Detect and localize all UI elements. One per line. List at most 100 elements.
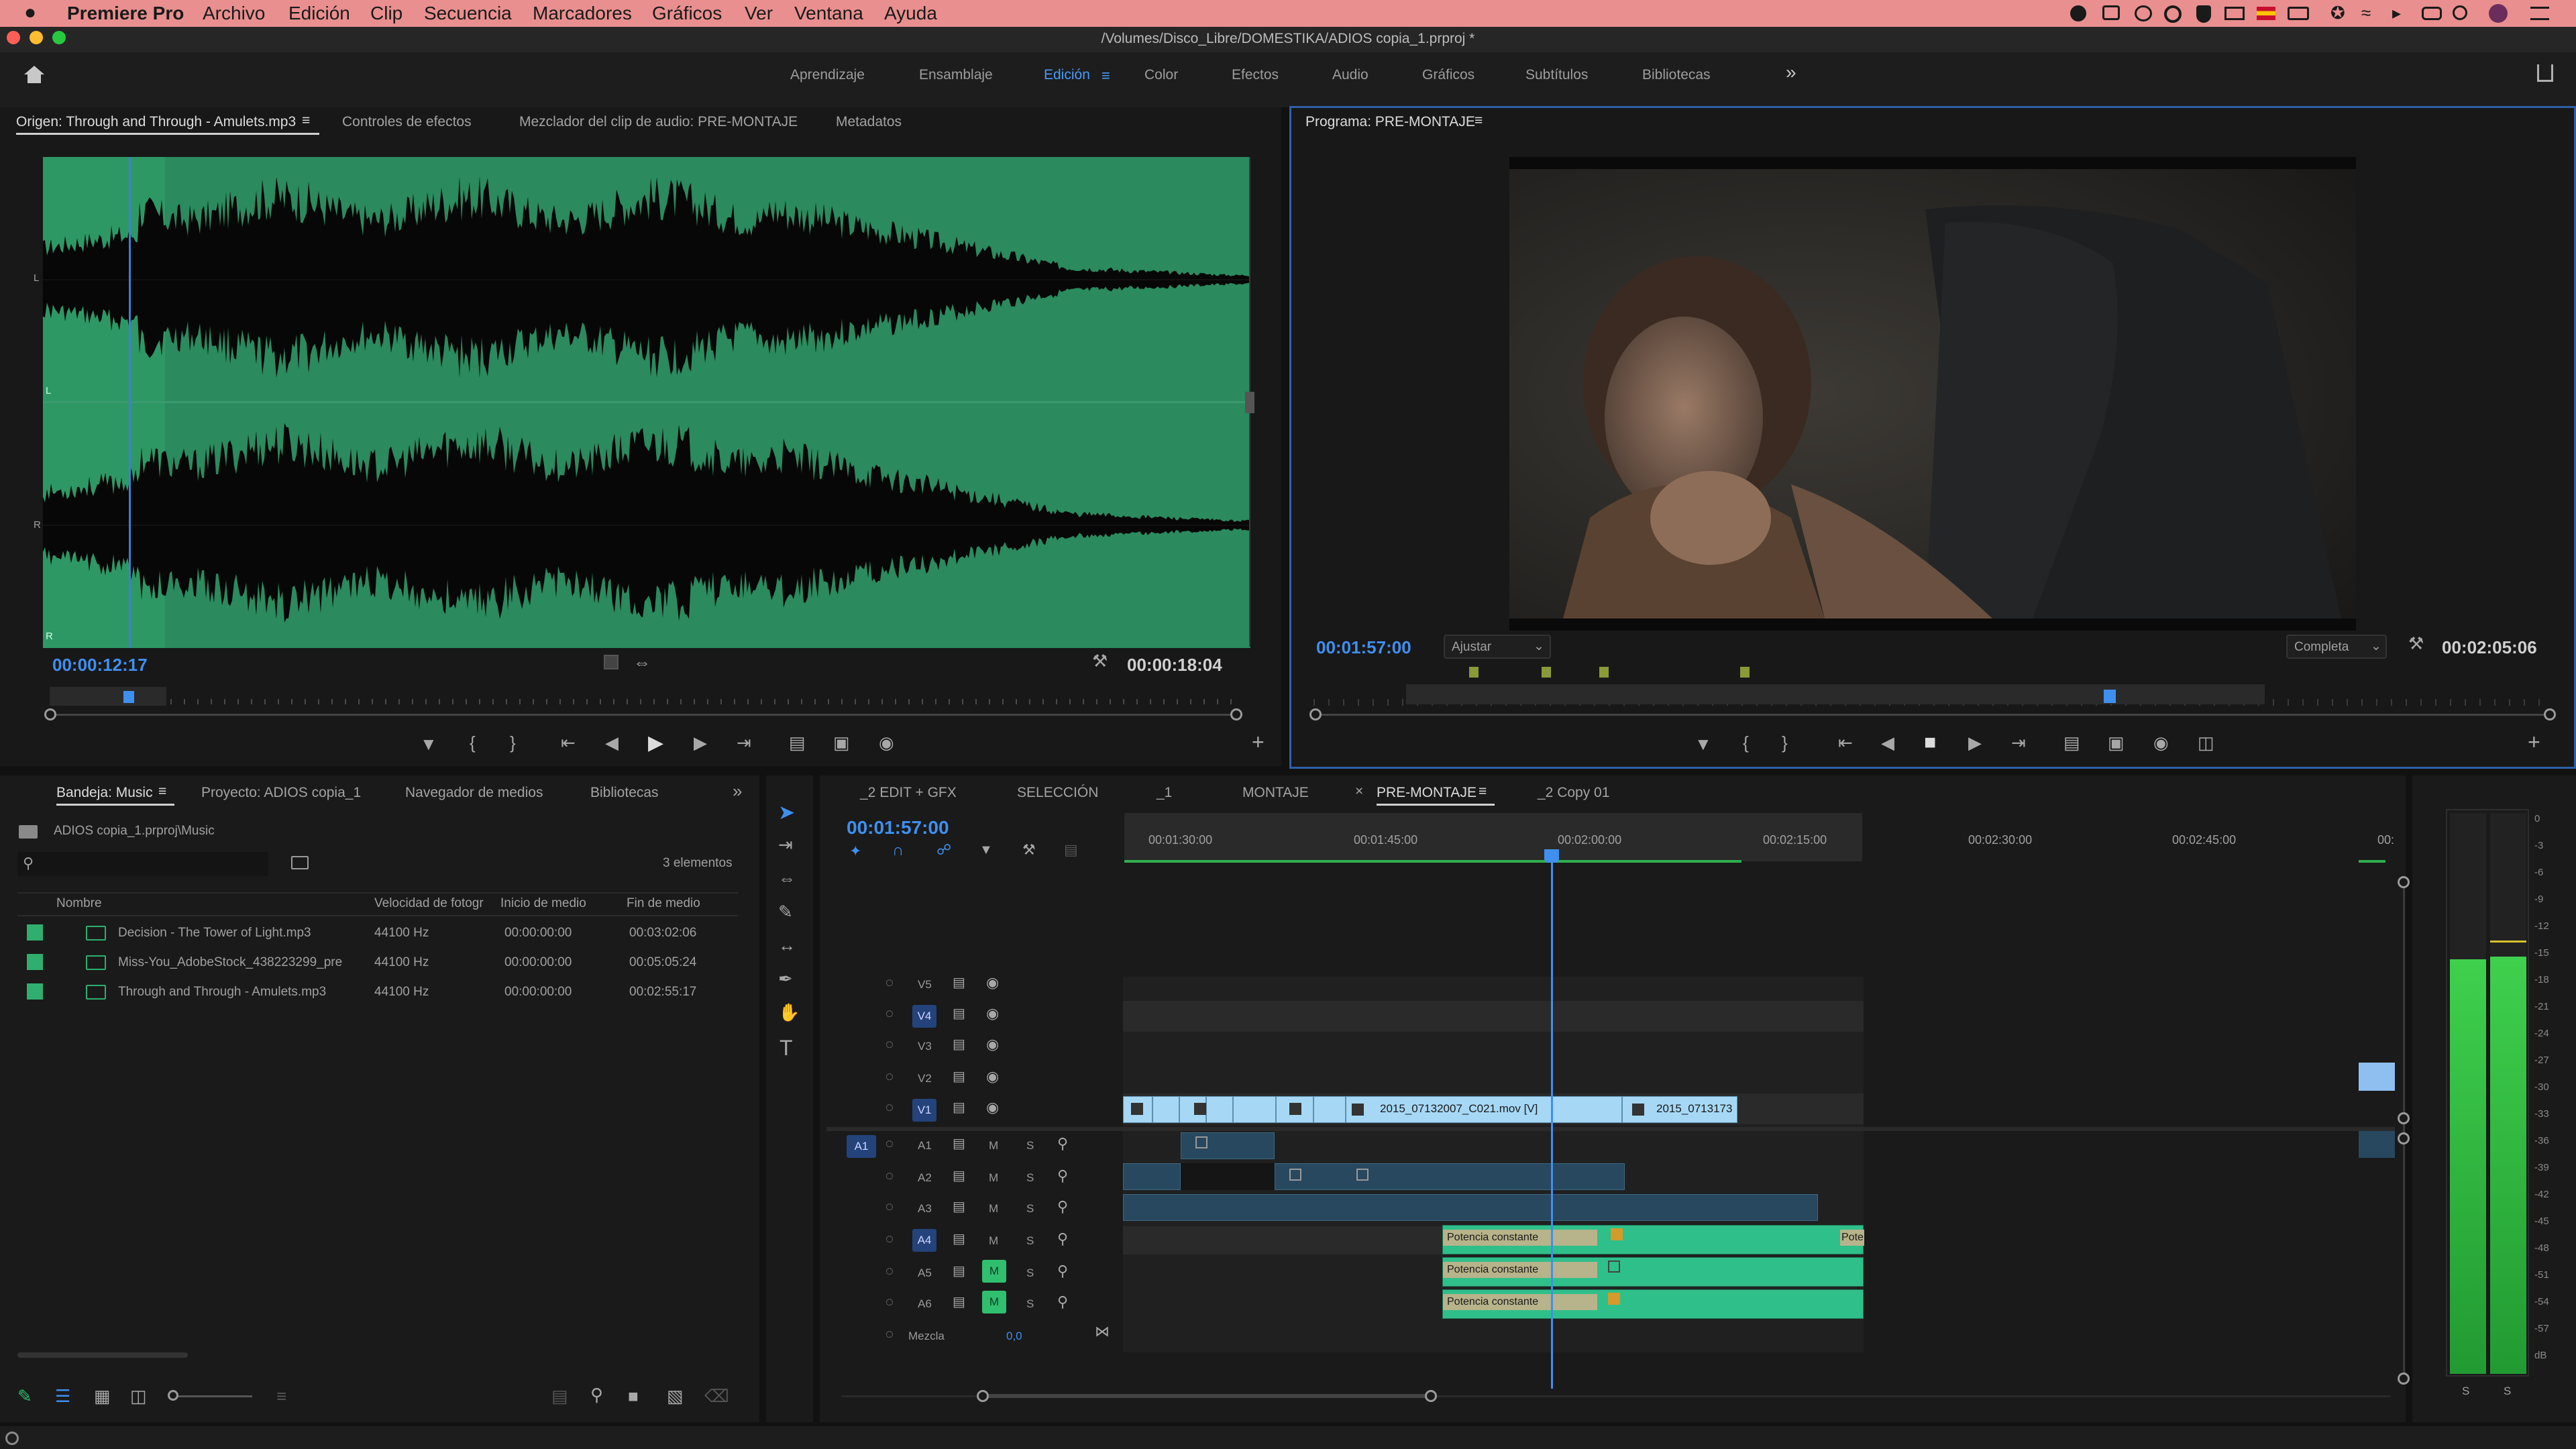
- program-mark-in-icon[interactable]: {: [1743, 733, 1749, 753]
- workspace-aprendizaje[interactable]: Aprendizaje: [790, 67, 865, 83]
- microphone-icon[interactable]: ⚲: [1057, 1135, 1068, 1152]
- status-icon[interactable]: [5, 1432, 19, 1445]
- lock-icon[interactable]: ◌: [885, 1100, 894, 1116]
- sync-lock-icon[interactable]: ▤: [953, 1099, 965, 1116]
- new-bin-icon[interactable]: ■: [628, 1386, 639, 1407]
- hand-tool-icon[interactable]: ✋: [778, 1002, 800, 1023]
- video-clip[interactable]: 2015_0713173: [1622, 1096, 1737, 1123]
- sync-lock-icon[interactable]: ▤: [953, 1293, 965, 1310]
- sync-lock-icon[interactable]: ▤: [953, 1036, 965, 1053]
- sequence-marker-3[interactable]: [1599, 667, 1609, 678]
- eye-icon[interactable]: ◉: [986, 1005, 999, 1022]
- thumbnail-zoom-slider[interactable]: [172, 1395, 252, 1397]
- timeline-vertical-zoom-bar[interactable]: [2403, 880, 2405, 1377]
- lock-icon[interactable]: ◌: [885, 1169, 894, 1184]
- program-zoom-handle-right[interactable]: [2544, 708, 2556, 720]
- program-go-to-in-icon[interactable]: ⇤: [1838, 733, 1853, 753]
- solo-button[interactable]: S: [1026, 1234, 1034, 1248]
- tab-libraries[interactable]: Bibliotecas: [590, 785, 659, 801]
- bin-horizontal-scrollbar[interactable]: [17, 1352, 188, 1358]
- audio-clip[interactable]: [1123, 1194, 1818, 1221]
- battery-icon[interactable]: [2288, 7, 2309, 20]
- audio-clip-music[interactable]: Potencia constante Pote: [1442, 1225, 1864, 1254]
- sequence-tab-seleccion[interactable]: SELECCIÓN: [1017, 785, 1098, 801]
- sync-lock-icon[interactable]: ▤: [953, 1230, 965, 1247]
- menu-ventana[interactable]: Ventana: [794, 3, 863, 24]
- sequence-marker-4[interactable]: [1740, 667, 1750, 678]
- timeline-vzoom-handle[interactable]: [2398, 1112, 2410, 1124]
- transition-badge[interactable]: Potencia constante: [1443, 1262, 1597, 1278]
- menu-secuencia[interactable]: Secuencia: [424, 3, 512, 24]
- source-mark-out-icon[interactable]: }: [510, 733, 516, 753]
- source-go-to-out-icon[interactable]: ⇥: [737, 733, 751, 753]
- find-icon[interactable]: ⚲: [590, 1385, 603, 1405]
- timeline-vzoom-handle[interactable]: [2398, 1132, 2410, 1144]
- selection-tool-icon[interactable]: ➤: [778, 801, 795, 824]
- mix-volume-value[interactable]: 0,0: [1006, 1330, 1022, 1343]
- timeline-settings-wrench-icon[interactable]: ⚒: [1022, 841, 1036, 859]
- shield-icon[interactable]: [2196, 5, 2211, 23]
- microphone-icon[interactable]: ⚲: [1057, 1198, 1068, 1216]
- workspace-color[interactable]: Color: [1144, 67, 1178, 83]
- video-clip[interactable]: [1233, 1096, 1276, 1123]
- program-step-forward-icon[interactable]: ▶: [1968, 733, 1982, 753]
- column-frame-rate[interactable]: Velocidad de fotogr: [374, 896, 484, 911]
- program-settings-wrench-icon[interactable]: ⚒: [2408, 633, 2424, 654]
- video-clip[interactable]: [1313, 1096, 1346, 1123]
- mute-button-active[interactable]: M: [982, 1260, 1006, 1283]
- source-zoom-scrollbar[interactable]: [50, 714, 1237, 716]
- source-mark-in-icon[interactable]: {: [470, 733, 476, 753]
- apple-icon[interactable]: ●: [24, 1, 36, 24]
- creative-cloud-icon[interactable]: [2070, 5, 2086, 21]
- menu-ayuda[interactable]: Ayuda: [884, 3, 937, 24]
- sync-lock-icon[interactable]: ▤: [953, 1263, 965, 1279]
- pen-tool-icon[interactable]: ✒: [778, 969, 793, 989]
- tab-effect-controls[interactable]: Controles de efectos: [342, 114, 472, 130]
- column-media-end[interactable]: Fin de medio: [627, 896, 700, 911]
- airplay-icon[interactable]: [2224, 7, 2245, 20]
- program-lift-icon[interactable]: ▤: [2063, 733, 2080, 753]
- microphone-icon[interactable]: ⚲: [1057, 1263, 1068, 1280]
- audio-clip[interactable]: [1181, 1132, 1275, 1159]
- program-playhead-marker[interactable]: [2104, 690, 2116, 703]
- track-label-a6[interactable]: A6: [918, 1297, 932, 1311]
- bin-tab-menu-icon[interactable]: ≡: [158, 784, 166, 800]
- mute-button-active[interactable]: M: [982, 1291, 1006, 1313]
- track-label-a1[interactable]: A1: [918, 1139, 932, 1152]
- solo-button[interactable]: S: [1026, 1297, 1034, 1311]
- keyboard-flag-icon[interactable]: [2257, 7, 2275, 20]
- timeline-zoom-handle-right[interactable]: [1425, 1390, 1437, 1402]
- source-export-frame-icon[interactable]: ◉: [879, 733, 894, 753]
- lock-icon[interactable]: ◌: [885, 1264, 894, 1279]
- clear-icon[interactable]: ⌫: [704, 1386, 729, 1407]
- audio-clip-music[interactable]: Potencia constante: [1442, 1257, 1864, 1287]
- workspace-subtitulos[interactable]: Subtítulos: [1525, 67, 1588, 83]
- audio-clip-music[interactable]: Potencia constante: [1442, 1289, 1864, 1319]
- video-clip[interactable]: [1152, 1096, 1179, 1123]
- workspace-graficos[interactable]: Gráficos: [1422, 67, 1474, 83]
- track-label-a5[interactable]: A5: [918, 1267, 932, 1280]
- lock-icon[interactable]: ◌: [885, 1232, 894, 1247]
- sync-lock-icon[interactable]: ▤: [953, 1005, 965, 1022]
- audio-clip[interactable]: [1275, 1163, 1625, 1190]
- source-overwrite-icon[interactable]: ▣: [833, 733, 850, 753]
- add-marker-icon[interactable]: ▼: [979, 843, 993, 858]
- program-zoom-handle-left[interactable]: [1309, 708, 1322, 720]
- program-tab-menu-icon[interactable]: ≡: [1474, 113, 1483, 129]
- program-mark-out-icon[interactable]: }: [1782, 733, 1788, 753]
- workspace-edicion[interactable]: Edición: [1044, 67, 1090, 83]
- label-color-swatch[interactable]: [27, 954, 43, 970]
- timeline-vzoom-handle[interactable]: [2398, 876, 2410, 888]
- menu-clip[interactable]: Clip: [370, 3, 402, 24]
- sync-lock-icon[interactable]: ▤: [953, 1167, 965, 1184]
- solo-button[interactable]: S: [1026, 1171, 1034, 1185]
- track-target-v1[interactable]: V1: [912, 1099, 936, 1122]
- track-target-a4[interactable]: A4: [912, 1229, 936, 1252]
- close-sequence-tab-icon[interactable]: ×: [1355, 784, 1363, 800]
- mute-button[interactable]: M: [989, 1202, 998, 1216]
- source-settings-wrench-icon[interactable]: ⚒: [1092, 651, 1108, 672]
- source-insert-icon[interactable]: ▤: [789, 733, 806, 753]
- lock-icon[interactable]: ◌: [885, 1006, 894, 1022]
- program-compare-view-icon[interactable]: ◫: [2198, 733, 2214, 753]
- audio-clip[interactable]: [2359, 1131, 2395, 1158]
